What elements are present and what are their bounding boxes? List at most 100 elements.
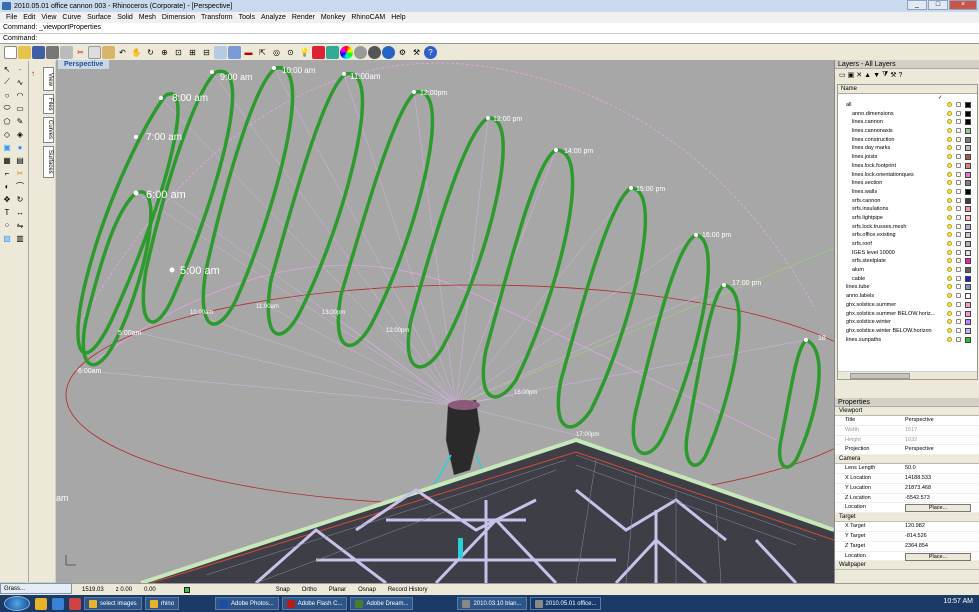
ortho-toggle[interactable]: Ortho bbox=[296, 587, 323, 593]
layer-color-swatch[interactable] bbox=[965, 197, 971, 204]
layer-row[interactable]: ghx.solstice.winter bbox=[838, 318, 977, 327]
menu-render[interactable]: Render bbox=[289, 14, 318, 21]
tab-view[interactable]: View bbox=[43, 67, 54, 91]
layer-color-swatch[interactable] bbox=[965, 188, 971, 195]
layer-color-swatch[interactable] bbox=[965, 301, 971, 308]
layer-row[interactable]: ghx.solstice.summer bbox=[838, 301, 977, 310]
move-down-icon[interactable]: ▼ bbox=[873, 72, 880, 79]
layer-color-swatch[interactable] bbox=[965, 336, 971, 343]
lock-icon[interactable] bbox=[956, 241, 961, 246]
lightbulb-icon[interactable] bbox=[947, 293, 952, 299]
new-sublayer-icon[interactable]: ▣ bbox=[848, 71, 855, 79]
layer-color-swatch[interactable] bbox=[965, 180, 971, 187]
loft-icon[interactable]: ◈ bbox=[14, 128, 26, 140]
layer-row[interactable]: lines.day marks bbox=[838, 144, 977, 153]
lightbulb-icon[interactable] bbox=[947, 223, 952, 229]
lock-icon[interactable] bbox=[956, 214, 961, 220]
lock-icon[interactable] bbox=[956, 319, 961, 325]
lightbulb-icon[interactable] bbox=[947, 284, 952, 290]
menu-solid[interactable]: Solid bbox=[114, 14, 136, 21]
lock-icon[interactable] bbox=[956, 145, 961, 151]
menu-mesh[interactable]: Mesh bbox=[136, 14, 159, 21]
menu-surface[interactable]: Surface bbox=[84, 14, 114, 21]
layer-color-swatch[interactable] bbox=[965, 284, 971, 291]
menu-curve[interactable]: Curve bbox=[59, 14, 84, 21]
grid-snap-icon[interactable]: ◎ bbox=[270, 46, 283, 59]
lock-icon[interactable] bbox=[956, 301, 961, 307]
lightbulb-icon[interactable] bbox=[947, 180, 952, 186]
boolean-icon[interactable]: ◐ bbox=[1, 180, 13, 192]
select-arrow-icon[interactable]: ↖ bbox=[1, 63, 13, 75]
layer-color-swatch[interactable] bbox=[965, 275, 971, 282]
layer-color-swatch[interactable] bbox=[965, 267, 971, 274]
layer-list[interactable]: Name ✓ all anno.dimensions lines.cannon lin… bbox=[837, 84, 978, 380]
layer-row[interactable]: lines.lock.footprint bbox=[838, 162, 977, 171]
lock-icon[interactable] bbox=[956, 128, 961, 134]
block-icon[interactable]: ▨ bbox=[1, 232, 13, 244]
layer-color-swatch[interactable] bbox=[965, 293, 971, 300]
menu-monkey[interactable]: Monkey bbox=[318, 14, 349, 21]
lightbulb-icon[interactable] bbox=[947, 336, 952, 342]
layer-row[interactable]: IGES level 10000 bbox=[838, 249, 977, 258]
lock-icon[interactable] bbox=[956, 102, 961, 107]
lock-icon[interactable] bbox=[956, 171, 961, 177]
menu-file[interactable]: File bbox=[3, 14, 20, 21]
property-value[interactable]: Perspective bbox=[905, 446, 934, 452]
undo-icon[interactable]: ↶ bbox=[116, 46, 129, 59]
lightbulb-icon[interactable] bbox=[947, 214, 952, 220]
delete-layer-icon[interactable]: ✕ bbox=[856, 71, 862, 79]
array-icon[interactable]: ⁘ bbox=[1, 219, 13, 231]
color-wheel-icon[interactable] bbox=[340, 46, 353, 59]
lightbulb-icon[interactable] bbox=[947, 171, 952, 177]
zoom-selected-icon[interactable]: ⊟ bbox=[200, 46, 213, 59]
text-icon[interactable]: T bbox=[1, 206, 13, 218]
layer-row[interactable]: ghx.solstice.winter BELOW.horizon bbox=[838, 327, 977, 336]
layer-color-swatch[interactable] bbox=[965, 258, 971, 265]
task-rhino-blank[interactable]: 2010.03.10 blan... bbox=[457, 597, 527, 610]
lock-icon[interactable] bbox=[956, 327, 961, 333]
start-button[interactable] bbox=[4, 596, 30, 611]
lock-icon[interactable] bbox=[956, 267, 961, 273]
layer-row[interactable]: srfs.office.existing bbox=[838, 231, 977, 240]
layer-filter-icon[interactable]: ⧩ bbox=[882, 71, 888, 79]
lightbulb-icon[interactable] bbox=[947, 319, 952, 325]
lock-icon[interactable] bbox=[956, 154, 961, 160]
layer-color-swatch[interactable] bbox=[965, 136, 971, 143]
lock-icon[interactable] bbox=[956, 310, 961, 316]
layer-row[interactable]: lines.joists bbox=[838, 153, 977, 162]
viewport-layout-icon[interactable] bbox=[214, 46, 227, 59]
help-icon[interactable]: ? bbox=[424, 46, 437, 59]
layer-icon[interactable] bbox=[312, 46, 325, 59]
lightbulb-icon[interactable] bbox=[947, 119, 952, 125]
tab-files[interactable]: Files bbox=[43, 94, 54, 114]
property-value[interactable]: -5542.573 bbox=[905, 495, 930, 501]
layer-color-swatch[interactable] bbox=[965, 162, 971, 169]
lock-icon[interactable] bbox=[956, 258, 961, 264]
layer-color-swatch[interactable] bbox=[965, 214, 971, 221]
move-up-icon[interactable]: ▲ bbox=[864, 72, 871, 79]
layer-row[interactable]: lines.sunpaths bbox=[838, 336, 977, 345]
render-car-icon[interactable]: ▬ bbox=[242, 46, 255, 59]
cut-icon[interactable]: ✂ bbox=[74, 46, 87, 59]
layer-row[interactable]: anno.dimensions bbox=[838, 110, 977, 119]
maximize-button[interactable]: □ bbox=[928, 0, 948, 10]
menu-edit[interactable]: Edit bbox=[20, 14, 38, 21]
import-icon[interactable] bbox=[60, 46, 73, 59]
layer-color-swatch[interactable] bbox=[965, 249, 971, 256]
trim-icon[interactable]: ✂ bbox=[14, 167, 26, 179]
polyline-icon[interactable]: ⟋ bbox=[1, 76, 13, 88]
layer-color-swatch[interactable] bbox=[965, 241, 971, 247]
zoom-extents-icon[interactable]: ⊞ bbox=[186, 46, 199, 59]
save-icon[interactable] bbox=[32, 46, 45, 59]
property-value[interactable]: -814.526 bbox=[905, 533, 927, 539]
lightbulb-icon[interactable] bbox=[947, 258, 952, 264]
freeform-icon[interactable]: ✎ bbox=[14, 115, 26, 127]
layer-color-swatch[interactable] bbox=[965, 223, 971, 230]
lightbulb-icon[interactable] bbox=[947, 128, 952, 134]
property-value[interactable]: 2364.854 bbox=[905, 543, 928, 549]
open-folder-icon[interactable] bbox=[18, 46, 31, 59]
lightbulb-icon[interactable] bbox=[947, 241, 952, 246]
lock-icon[interactable] bbox=[956, 136, 961, 142]
layer-color-swatch[interactable] bbox=[965, 232, 971, 239]
lightbulb-icon[interactable]: 💡 bbox=[298, 46, 311, 59]
